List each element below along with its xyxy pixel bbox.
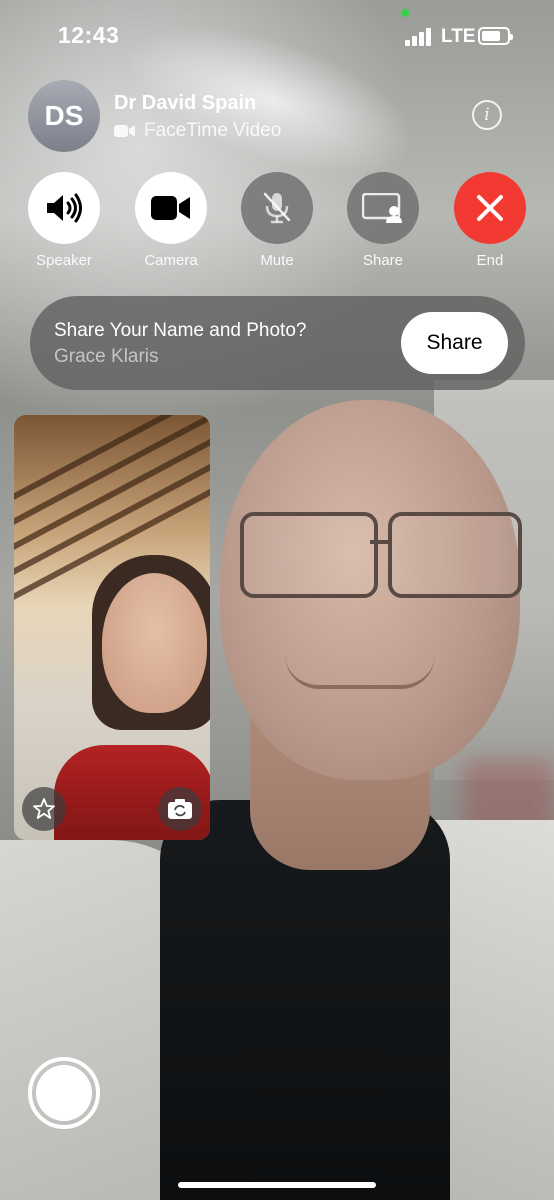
share-name-banner: Share Your Name and Photo? Grace Klaris …: [30, 296, 525, 390]
call-controls: Speaker Camera Mute Share End: [0, 172, 554, 272]
self-view[interactable]: [14, 415, 210, 840]
glasses-left-lens: [240, 512, 378, 598]
share-name-button[interactable]: Share: [401, 312, 508, 374]
speaker-label: Speaker: [36, 252, 92, 269]
camera-in-use-indicator: [401, 9, 409, 17]
status-bar: 12:43 LTE: [0, 0, 554, 70]
camera-button[interactable]: Camera: [126, 172, 216, 269]
mute-label: Mute: [260, 252, 294, 269]
video-camera-icon: [114, 125, 135, 137]
share-banner-title: Share Your Name and Photo?: [54, 320, 307, 341]
screen-share-icon: [347, 172, 419, 244]
end-call-button[interactable]: End: [445, 172, 535, 269]
close-icon: [454, 172, 526, 244]
self-view-face: [102, 573, 207, 713]
end-label: End: [476, 252, 504, 269]
share-label: Share: [362, 252, 404, 269]
clock: 12:43: [58, 22, 120, 48]
call-type-label: FaceTime Video: [144, 120, 282, 141]
avatar[interactable]: DS: [28, 80, 100, 152]
share-button[interactable]: Share: [338, 172, 428, 269]
caller-name: Dr David Spain: [114, 92, 257, 114]
live-photo-shutter-button[interactable]: [28, 1057, 100, 1129]
shutter-inner: [36, 1065, 92, 1121]
cellular-signal-icon: [405, 28, 435, 46]
remote-person-smile: [285, 655, 435, 689]
video-camera-icon: [135, 172, 207, 244]
call-header: DS Dr David Spain FaceTime Video i: [28, 80, 528, 154]
info-icon[interactable]: i: [472, 100, 502, 130]
home-indicator[interactable]: [178, 1182, 376, 1188]
call-type: FaceTime Video: [114, 120, 281, 142]
camera-label: Camera: [144, 252, 198, 269]
speaker-icon: [28, 172, 100, 244]
mic-muted-icon: [241, 172, 313, 244]
share-banner-name: Grace Klaris: [54, 346, 159, 367]
glasses-right-lens: [388, 512, 522, 598]
speaker-button[interactable]: Speaker: [19, 172, 109, 269]
mute-button[interactable]: Mute: [232, 172, 322, 269]
battery-icon: [478, 27, 513, 45]
effects-star-icon[interactable]: [22, 787, 66, 831]
glasses-bridge: [370, 540, 390, 544]
ceiling-slat: [14, 415, 210, 562]
network-type: LTE: [441, 26, 476, 47]
camera-flip-icon[interactable]: [158, 787, 202, 831]
